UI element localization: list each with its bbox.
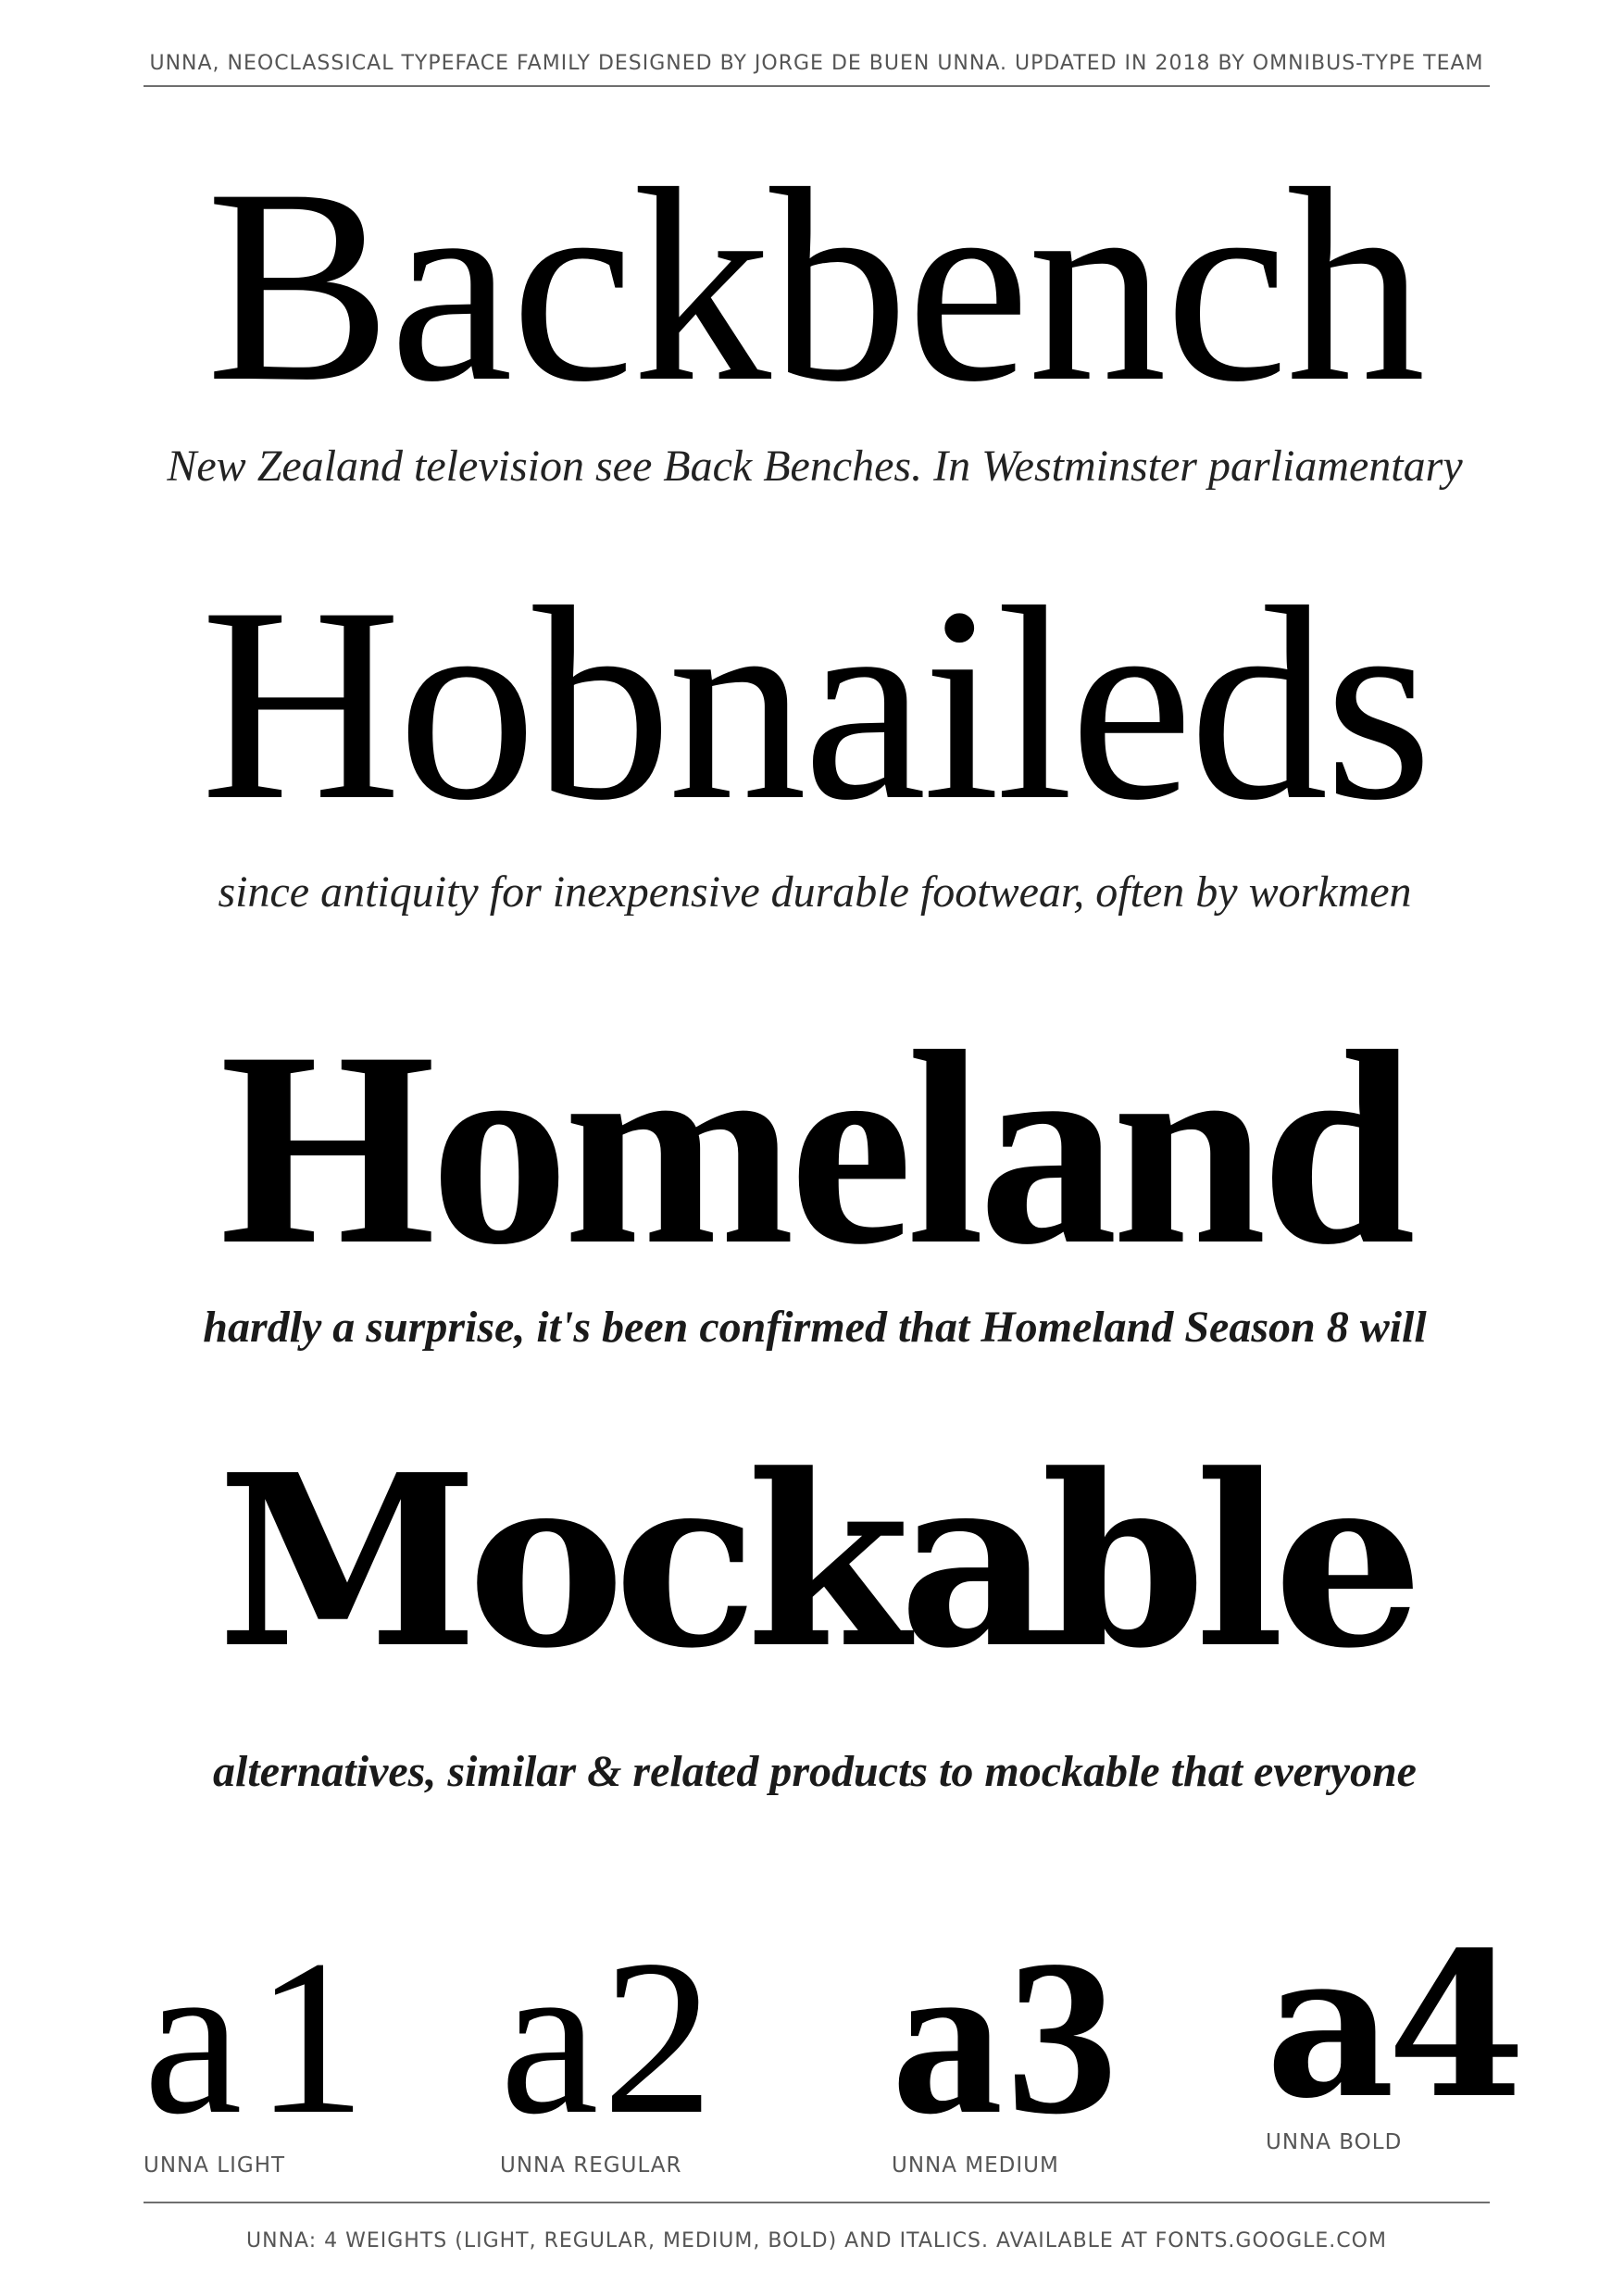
weight-sample-regular: a2 UNNA REGULAR	[500, 1926, 718, 2177]
specimen-caption-1: New Zealand television see Back Benches.…	[167, 442, 1463, 491]
specimen-word-mockable: Mockable	[217, 1424, 1424, 1701]
top-divider	[144, 85, 1490, 87]
specimen-caption-4: alternatives, similar & related products…	[213, 1747, 1417, 1796]
specimen-word-homeland: Homeland	[219, 994, 1415, 1302]
weight-glyph-medium: a3	[892, 1914, 1121, 2160]
specimen-caption-2: since antiquity for inexpensive durable …	[218, 867, 1412, 917]
weight-glyph-regular: a2	[500, 1914, 718, 2160]
footer-caption: UNNA: 4 WEIGHTS (LIGHT, REGULAR, MEDIUM,…	[246, 2229, 1387, 2252]
weight-samples: a1 UNNA LIGHT a2 UNNA REGULAR a3 UNNA ME…	[144, 1926, 1526, 2177]
bottom-divider	[144, 2202, 1490, 2203]
specimen-word-hobnaileds: Hobnaileds	[200, 550, 1432, 857]
weight-glyph-light: a1	[144, 1914, 380, 2160]
weight-sample-light: a1 UNNA LIGHT	[144, 1926, 380, 2177]
weight-glyph-bold: a4	[1266, 1908, 1526, 2142]
weight-sample-bold: a4 UNNA BOLD	[1266, 1908, 1526, 2154]
specimen-caption-3: hardly a surprise, it's been confirmed t…	[203, 1303, 1427, 1352]
header-caption: UNNA, NEOCLASSICAL TYPEFACE FAMILY DESIG…	[149, 52, 1484, 75]
specimen-word-backbench: Backbench	[206, 131, 1426, 439]
weight-sample-medium: a3 UNNA MEDIUM	[892, 1926, 1121, 2177]
